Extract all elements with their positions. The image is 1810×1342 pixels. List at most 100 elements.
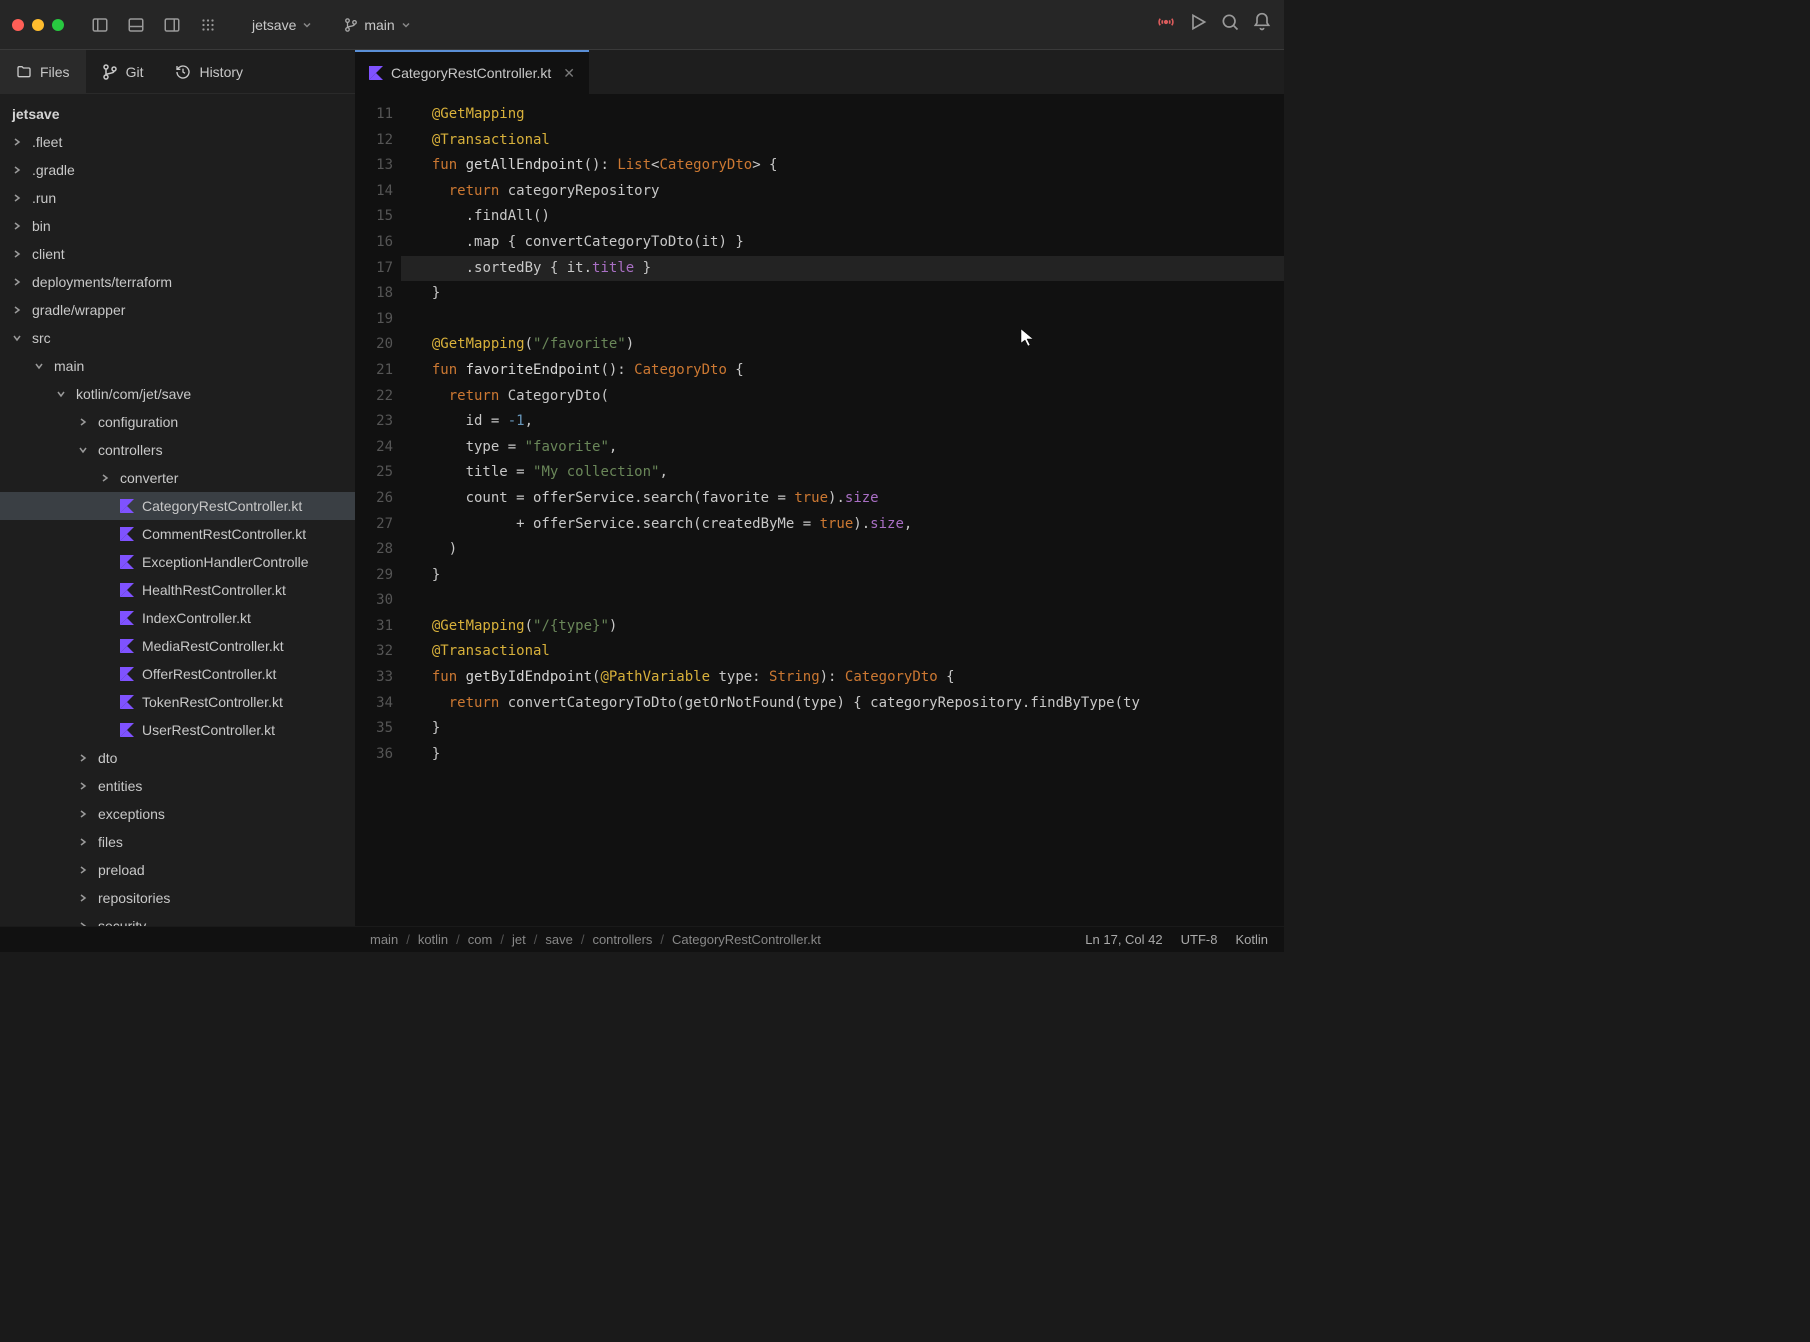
- breadcrumb-segment[interactable]: controllers: [592, 932, 652, 947]
- chevron-down-icon[interactable]: [32, 359, 46, 373]
- code-line[interactable]: .map { convertCategoryToDto(it) }: [415, 230, 1284, 256]
- chevron-right-icon[interactable]: [10, 191, 24, 205]
- code-view[interactable]: @GetMapping @Transactional fun getAllEnd…: [401, 94, 1284, 926]
- tree-folder[interactable]: security: [0, 912, 355, 926]
- tab-files[interactable]: Files: [0, 50, 86, 93]
- chevron-down-icon[interactable]: [54, 387, 68, 401]
- chevron-right-icon[interactable]: [10, 219, 24, 233]
- cursor-position[interactable]: Ln 17, Col 42: [1085, 932, 1162, 947]
- tree-file[interactable]: IndexController.kt: [0, 604, 355, 632]
- tree-file[interactable]: MediaRestController.kt: [0, 632, 355, 660]
- tree-folder[interactable]: client: [0, 240, 355, 268]
- tree-folder[interactable]: src: [0, 324, 355, 352]
- chevron-down-icon[interactable]: [76, 443, 90, 457]
- code-line[interactable]: fun favoriteEndpoint(): CategoryDto {: [415, 358, 1284, 384]
- code-line[interactable]: }: [415, 742, 1284, 768]
- code-line[interactable]: @GetMapping: [415, 102, 1284, 128]
- encoding-selector[interactable]: UTF-8: [1181, 932, 1218, 947]
- right-panel-toggle[interactable]: [156, 11, 188, 39]
- tree-file[interactable]: ExceptionHandlerControlle: [0, 548, 355, 576]
- tree-folder[interactable]: preload: [0, 856, 355, 884]
- tree-file[interactable]: CategoryRestController.kt: [0, 492, 355, 520]
- chevron-right-icon[interactable]: [76, 891, 90, 905]
- chevron-right-icon[interactable]: [76, 919, 90, 926]
- tree-folder[interactable]: exceptions: [0, 800, 355, 828]
- code-line[interactable]: title = "My collection",: [415, 460, 1284, 486]
- chevron-down-icon[interactable]: [10, 331, 24, 345]
- breadcrumb-segment[interactable]: main: [370, 932, 398, 947]
- code-line[interactable]: [415, 588, 1284, 614]
- chevron-right-icon[interactable]: [76, 415, 90, 429]
- code-line[interactable]: .sortedBy { it.title }: [401, 256, 1284, 282]
- chevron-right-icon[interactable]: [10, 247, 24, 261]
- breadcrumb-segment[interactable]: CategoryRestController.kt: [672, 932, 821, 947]
- editor-area[interactable]: 1112131415161718192021222324252627282930…: [355, 50, 1284, 926]
- tree-folder[interactable]: configuration: [0, 408, 355, 436]
- code-line[interactable]: fun getAllEndpoint(): List<CategoryDto> …: [415, 153, 1284, 179]
- maximize-window-button[interactable]: [52, 19, 64, 31]
- tree-folder[interactable]: kotlin/com/jet/save: [0, 380, 355, 408]
- code-line[interactable]: count = offerService.search(favorite = t…: [415, 486, 1284, 512]
- tree-folder[interactable]: .fleet: [0, 128, 355, 156]
- notifications-button[interactable]: [1252, 12, 1272, 37]
- left-panel-toggle[interactable]: [84, 11, 116, 39]
- tree-file[interactable]: CommentRestController.kt: [0, 520, 355, 548]
- tree-folder[interactable]: entities: [0, 772, 355, 800]
- code-line[interactable]: @Transactional: [415, 639, 1284, 665]
- tree-file[interactable]: OfferRestController.kt: [0, 660, 355, 688]
- tree-folder[interactable]: bin: [0, 212, 355, 240]
- tree-folder[interactable]: main: [0, 352, 355, 380]
- bottom-panel-toggle[interactable]: [120, 11, 152, 39]
- chevron-right-icon[interactable]: [76, 863, 90, 877]
- project-selector[interactable]: jetsave: [244, 13, 320, 37]
- minimize-window-button[interactable]: [32, 19, 44, 31]
- run-button[interactable]: [1188, 12, 1208, 37]
- chevron-right-icon[interactable]: [98, 471, 112, 485]
- tree-folder[interactable]: dto: [0, 744, 355, 772]
- code-line[interactable]: return convertCategoryToDto(getOrNotFoun…: [415, 691, 1284, 717]
- chevron-right-icon[interactable]: [76, 807, 90, 821]
- tree-file[interactable]: TokenRestController.kt: [0, 688, 355, 716]
- code-line[interactable]: fun getByIdEndpoint(@PathVariable type: …: [415, 665, 1284, 691]
- chevron-right-icon[interactable]: [10, 135, 24, 149]
- code-line[interactable]: type = "favorite",: [415, 435, 1284, 461]
- chevron-right-icon[interactable]: [76, 751, 90, 765]
- code-line[interactable]: }: [415, 281, 1284, 307]
- tree-folder[interactable]: converter: [0, 464, 355, 492]
- tree-folder[interactable]: controllers: [0, 436, 355, 464]
- code-line[interactable]: id = -1,: [415, 409, 1284, 435]
- code-line[interactable]: + offerService.search(createdByMe = true…: [415, 512, 1284, 538]
- code-line[interactable]: .findAll(): [415, 204, 1284, 230]
- tree-folder[interactable]: deployments/terraform: [0, 268, 355, 296]
- tree-folder[interactable]: .run: [0, 184, 355, 212]
- tree-root[interactable]: jetsave: [0, 100, 355, 128]
- tree-folder[interactable]: files: [0, 828, 355, 856]
- code-line[interactable]: }: [415, 716, 1284, 742]
- close-tab-button[interactable]: ✕: [563, 65, 575, 82]
- search-button[interactable]: [1220, 12, 1240, 37]
- code-line[interactable]: @GetMapping("/{type}"): [415, 614, 1284, 640]
- file-tree[interactable]: jetsave .fleet.gradle.runbinclientdeploy…: [0, 94, 355, 926]
- code-line[interactable]: return categoryRepository: [415, 179, 1284, 205]
- tree-folder[interactable]: repositories: [0, 884, 355, 912]
- code-line[interactable]: return CategoryDto(: [415, 384, 1284, 410]
- tab-history[interactable]: History: [159, 50, 259, 93]
- chevron-right-icon[interactable]: [76, 779, 90, 793]
- language-selector[interactable]: Kotlin: [1235, 932, 1268, 947]
- code-line[interactable]: [415, 307, 1284, 333]
- tree-file[interactable]: UserRestController.kt: [0, 716, 355, 744]
- tree-folder[interactable]: .gradle: [0, 156, 355, 184]
- chevron-right-icon[interactable]: [10, 163, 24, 177]
- breadcrumb-segment[interactable]: jet: [512, 932, 526, 947]
- grid-toggle[interactable]: [192, 11, 224, 39]
- code-line[interactable]: }: [415, 563, 1284, 589]
- editor-tab[interactable]: CategoryRestController.kt ✕: [355, 50, 589, 94]
- chevron-right-icon[interactable]: [76, 835, 90, 849]
- tree-file[interactable]: HealthRestController.kt: [0, 576, 355, 604]
- chevron-right-icon[interactable]: [10, 303, 24, 317]
- broadcast-button[interactable]: [1156, 12, 1176, 37]
- branch-selector[interactable]: main: [336, 13, 418, 37]
- chevron-right-icon[interactable]: [10, 275, 24, 289]
- close-window-button[interactable]: [12, 19, 24, 31]
- code-line[interactable]: @GetMapping("/favorite"): [415, 332, 1284, 358]
